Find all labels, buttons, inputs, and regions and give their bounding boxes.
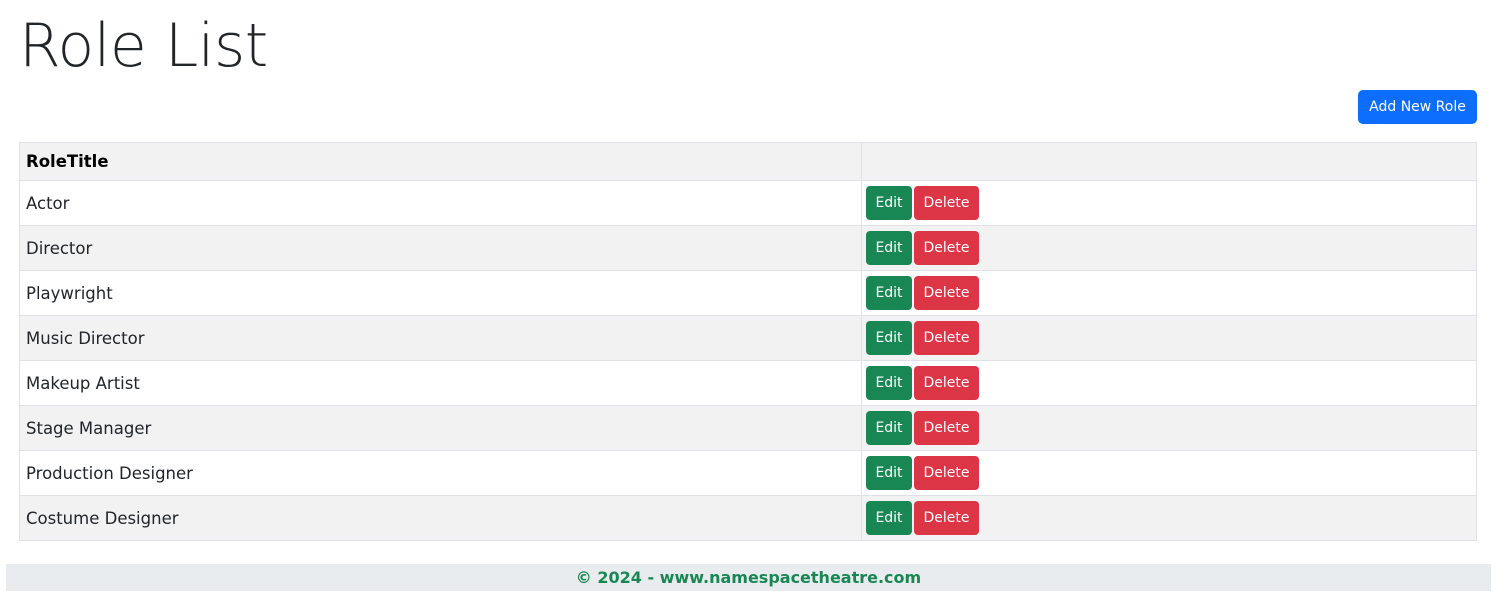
actions-cell: Edit Delete [861,180,1477,226]
role-title-cell: Costume Designer [19,495,862,541]
delete-button[interactable]: Delete [914,231,979,265]
role-title-cell: Music Director [19,315,862,361]
footer: © 2024 - www.namespacetheatre.com [6,564,1491,591]
table-row: Production Designer Edit Delete [19,450,1477,496]
roles-table: RoleTitle Actor Edit Delete Director Edit… [19,142,1477,541]
edit-button[interactable]: Edit [866,321,912,355]
actions-cell: Edit Delete [861,450,1477,496]
delete-button[interactable]: Delete [914,276,979,310]
delete-button[interactable]: Delete [914,456,979,490]
edit-button[interactable]: Edit [866,186,912,220]
edit-button[interactable]: Edit [866,231,912,265]
actions-cell: Edit Delete [861,315,1477,361]
table-row: Actor Edit Delete [19,180,1477,226]
edit-button[interactable]: Edit [866,501,912,535]
edit-button[interactable]: Edit [866,276,912,310]
table-row: Makeup Artist Edit Delete [19,360,1477,406]
table-row: Playwright Edit Delete [19,270,1477,316]
column-header-role-title: RoleTitle [19,142,862,181]
page-title: Role List [19,11,268,81]
table-header-row: RoleTitle [19,142,1477,181]
delete-button[interactable]: Delete [914,411,979,445]
edit-button[interactable]: Edit [866,411,912,445]
edit-button[interactable]: Edit [866,366,912,400]
actions-cell: Edit Delete [861,270,1477,316]
delete-button[interactable]: Delete [914,501,979,535]
delete-button[interactable]: Delete [914,366,979,400]
actions-cell: Edit Delete [861,495,1477,541]
role-title-cell: Director [19,225,862,271]
edit-button[interactable]: Edit [866,456,912,490]
role-title-cell: Production Designer [19,450,862,496]
role-title-cell: Actor [19,180,862,226]
table-row: Director Edit Delete [19,225,1477,271]
role-title-cell: Makeup Artist [19,360,862,406]
column-header-actions [861,142,1477,181]
role-title-cell: Playwright [19,270,862,316]
delete-button[interactable]: Delete [914,186,979,220]
footer-copyright-text: © 2024 - www.namespacetheatre.com [575,568,922,587]
table-row: Music Director Edit Delete [19,315,1477,361]
role-title-cell: Stage Manager [19,405,862,451]
actions-cell: Edit Delete [861,405,1477,451]
delete-button[interactable]: Delete [914,321,979,355]
add-new-role-button[interactable]: Add New Role [1358,90,1477,124]
table-row: Stage Manager Edit Delete [19,405,1477,451]
actions-cell: Edit Delete [861,360,1477,406]
actions-cell: Edit Delete [861,225,1477,271]
table-row: Costume Designer Edit Delete [19,495,1477,541]
